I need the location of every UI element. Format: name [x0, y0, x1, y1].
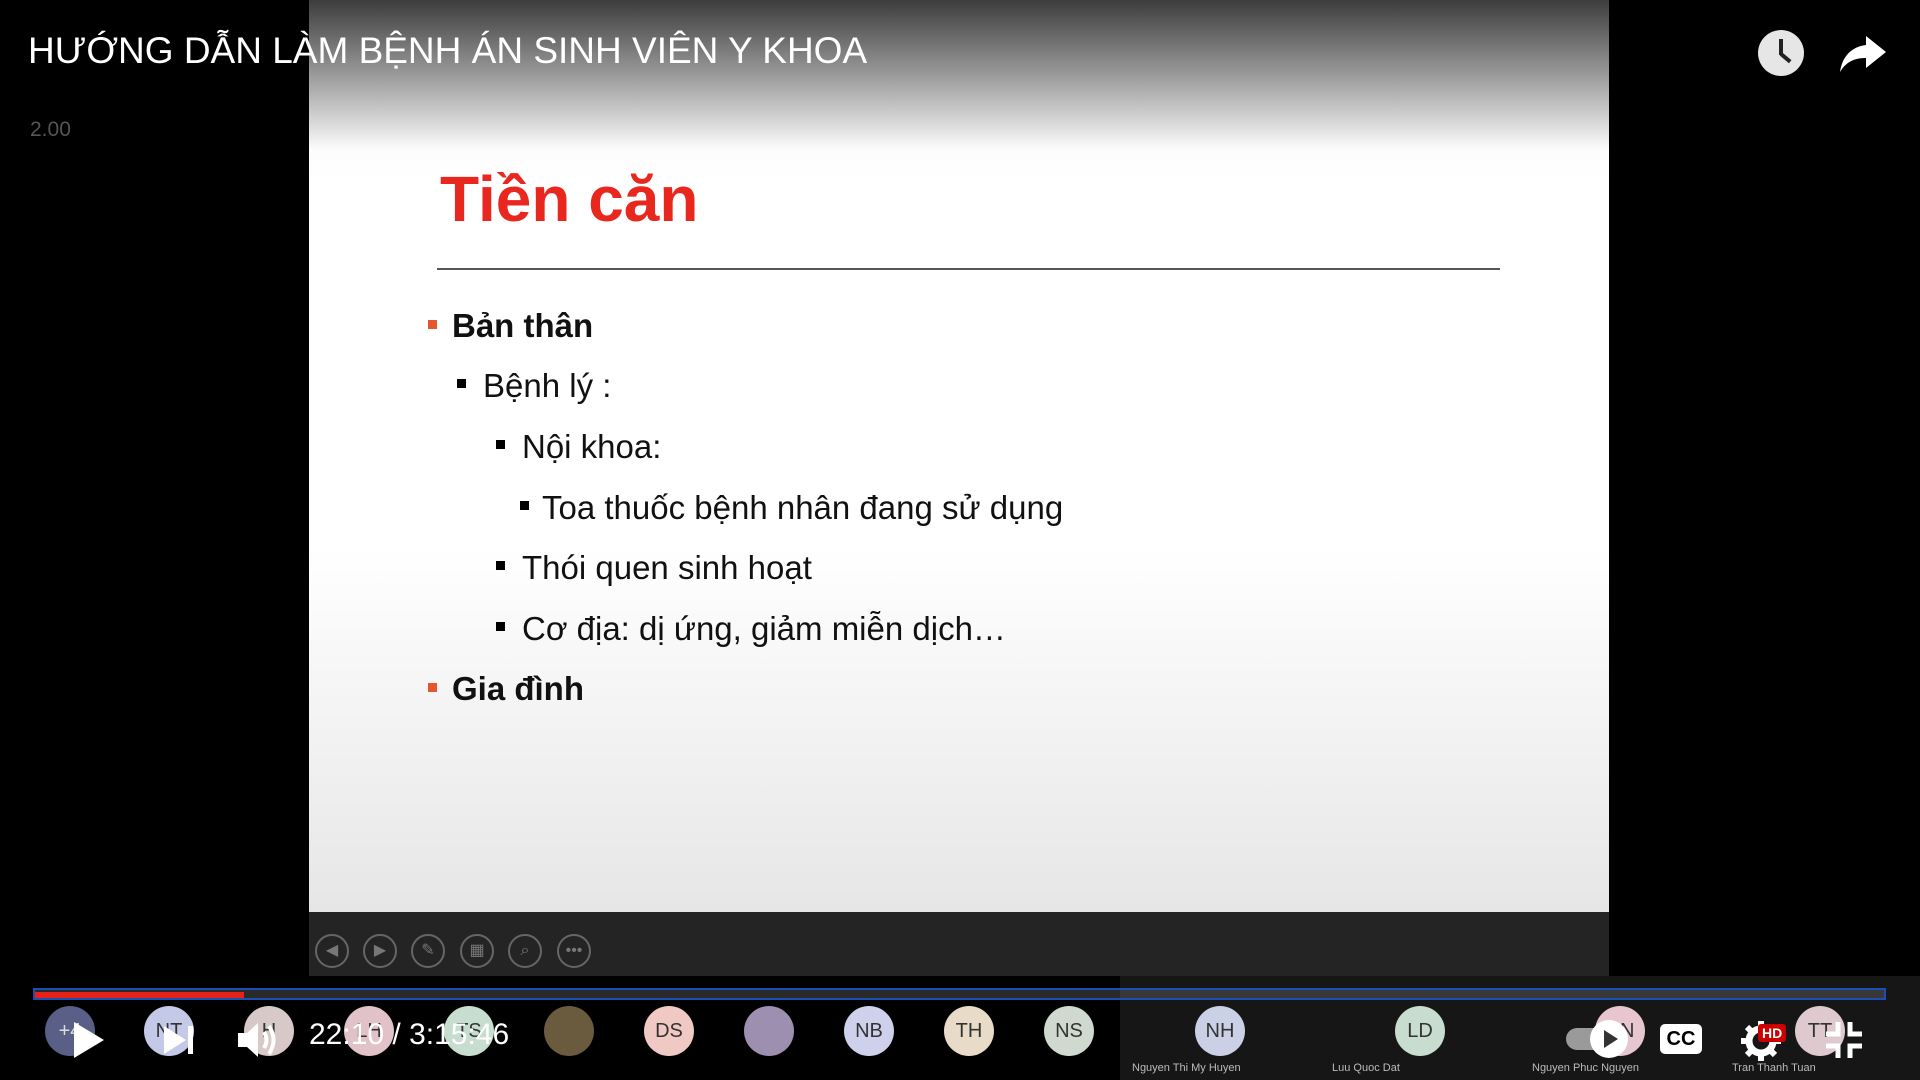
progress-played	[35, 992, 244, 998]
slide-title: Tiền căn	[440, 163, 699, 235]
participant-avatar[interactable]: DS	[644, 1006, 694, 1056]
see-all-slides-icon[interactable]: ▦	[460, 934, 494, 968]
participant-name: Nguyen Thi My Huyen	[1132, 1062, 1241, 1074]
slide-bullet: Toa thuốc bệnh nhân đang sử dụng	[520, 489, 1064, 527]
next-icon[interactable]	[162, 1024, 196, 1056]
pen-icon[interactable]: ✎	[411, 934, 445, 968]
bullet-text: Gia đình	[452, 670, 584, 707]
play-icon[interactable]	[70, 1020, 106, 1060]
bullet-marker	[520, 501, 529, 510]
slide-bullet: Bệnh lý :	[457, 367, 612, 405]
participant-photo[interactable]	[744, 1006, 794, 1056]
bullet-text: Cơ địa: dị ứng, giảm miễn dịch…	[522, 610, 1006, 647]
participant-avatar[interactable]: NS	[1044, 1006, 1094, 1056]
progress-bar[interactable]	[33, 988, 1886, 1000]
bullet-text: Thói quen sinh hoạt	[522, 549, 812, 586]
slide-bullet: Thói quen sinh hoạt	[496, 549, 812, 587]
bullet-marker	[496, 440, 505, 449]
bullet-text: Bản thân	[452, 307, 594, 344]
previous-slide-icon[interactable]: ◀	[315, 934, 349, 968]
autoplay-play-icon[interactable]	[1590, 1020, 1628, 1058]
more-options-icon[interactable]: •••	[557, 934, 591, 968]
top-gradient	[0, 0, 1920, 150]
bullet-marker	[457, 379, 466, 388]
cc-icon[interactable]: CC	[1660, 1024, 1702, 1054]
bullet-text: Toa thuốc bệnh nhân đang sử dụng	[542, 489, 1064, 526]
slide-toolbar: ◀ ▶ ✎ ▦ ⌕ •••	[309, 912, 1609, 976]
participant-avatar[interactable]: NB	[844, 1006, 894, 1056]
bullet-marker	[496, 622, 505, 631]
share-icon[interactable]	[1838, 32, 1888, 76]
time-display: 22:10 / 3:15:46	[309, 1018, 510, 1051]
video-title[interactable]: HƯỚNG DẪN LÀM BỆNH ÁN SINH VIÊN Y KHOA	[28, 30, 867, 72]
participant-name: Tran Thanh Tuan	[1732, 1062, 1816, 1074]
hd-badge: HD	[1758, 1024, 1787, 1042]
slide-bullet: Bản thân	[428, 307, 594, 345]
bullet-marker	[428, 320, 437, 329]
bullet-text: Nội khoa:	[522, 428, 662, 465]
participant-name: Luu Quoc Dat	[1332, 1062, 1400, 1074]
slide-bullet: Nội khoa:	[496, 428, 662, 466]
slide-bullet: Gia đình	[428, 670, 584, 708]
next-slide-icon[interactable]: ▶	[363, 934, 397, 968]
watch-later-icon[interactable]	[1758, 30, 1804, 76]
participant-photo[interactable]	[544, 1006, 594, 1056]
participant-avatar[interactable]: TH	[944, 1006, 994, 1056]
participant-avatar[interactable]: NH	[1195, 1006, 1245, 1056]
volume-icon[interactable]	[236, 1018, 282, 1062]
bullet-marker	[428, 683, 437, 692]
playback-speed-label: 2.00	[30, 118, 71, 141]
participant-avatar[interactable]: LD	[1395, 1006, 1445, 1056]
slide-bullet: Cơ địa: dị ứng, giảm miễn dịch…	[496, 610, 1006, 648]
participant-name: Nguyen Phuc Nguyen	[1532, 1062, 1640, 1074]
zoom-icon[interactable]: ⌕	[508, 934, 542, 968]
bullet-marker	[496, 561, 505, 570]
slide-title-divider	[437, 268, 1500, 270]
bullet-text: Bệnh lý :	[483, 367, 612, 404]
exit-fullscreen-icon[interactable]	[1824, 1020, 1864, 1060]
